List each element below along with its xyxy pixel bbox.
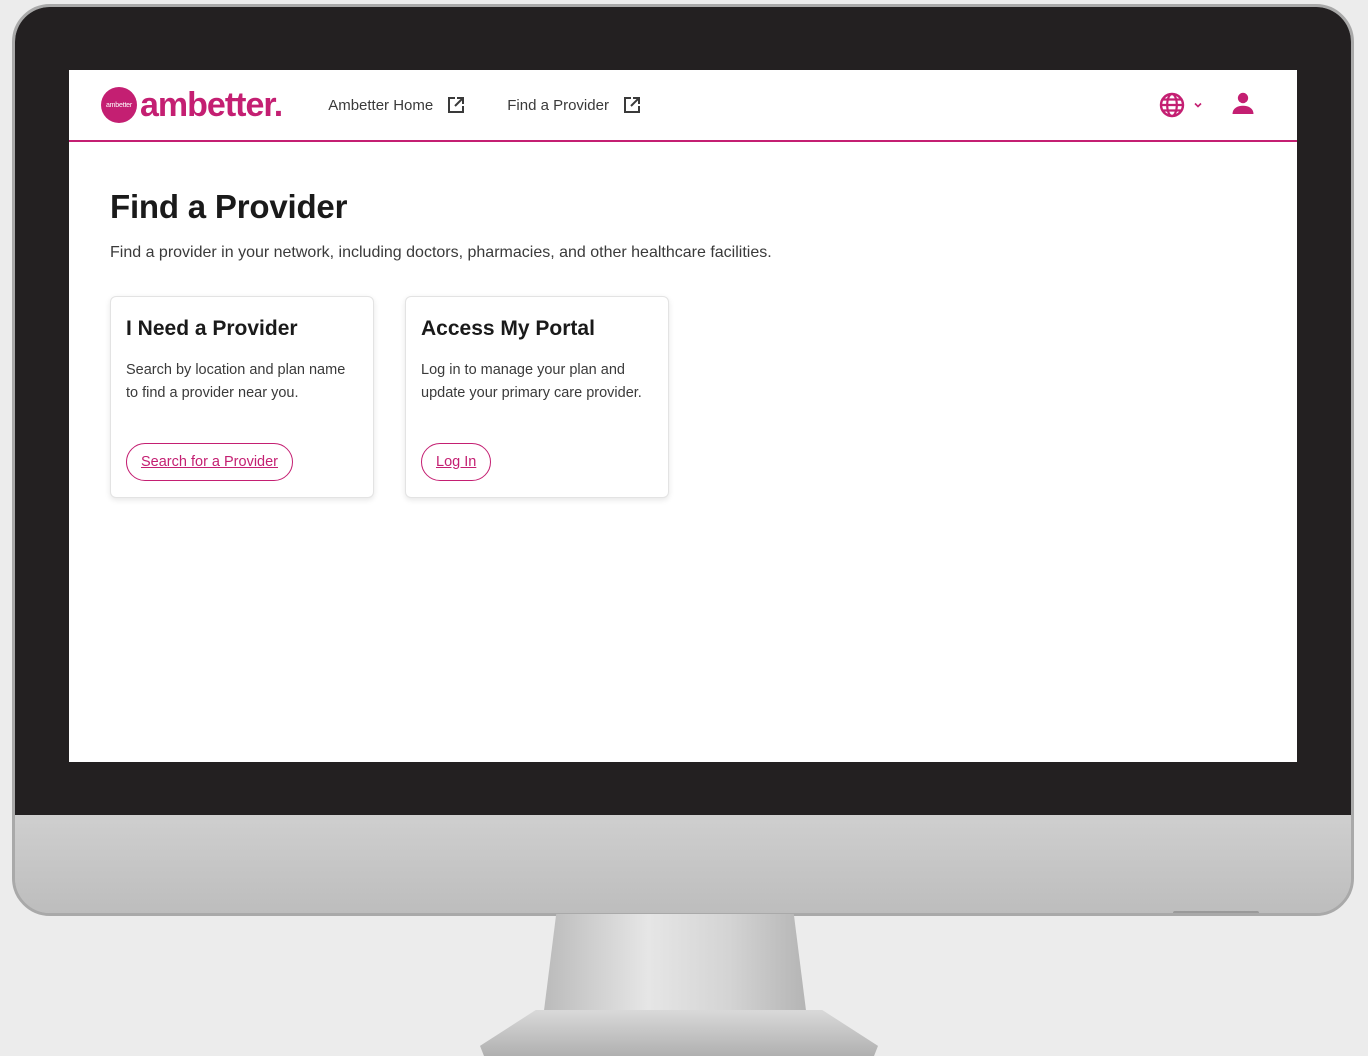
card-need-provider: I Need a Provider Search by location and…: [110, 296, 374, 498]
nav-link-label: Ambetter Home: [328, 96, 434, 114]
nav-link-label: Find a Provider: [507, 96, 609, 114]
language-selector[interactable]: [1159, 92, 1203, 118]
nav-link-find-a-provider[interactable]: Find a Provider: [507, 96, 641, 114]
external-link-icon: [623, 97, 640, 113]
card-list: I Need a Provider Search by location and…: [110, 296, 1297, 498]
card-title: I Need a Provider: [126, 317, 298, 340]
log-in-button[interactable]: Log In: [421, 443, 492, 481]
card-text: Log in to manage your plan and update yo…: [421, 362, 642, 401]
logo-wordmark: ambetter.: [140, 86, 283, 124]
nav-right: [1159, 70, 1255, 140]
main-content: Find a Provider Find a provider in your …: [69, 142, 1297, 498]
top-nav: ambetter ambetter. Ambetter Home Find a …: [69, 70, 1297, 142]
user-icon: [1232, 92, 1254, 114]
monitor-chin: [15, 815, 1351, 913]
logo-mark: ambetter: [101, 87, 137, 123]
page-title: Find a Provider: [110, 188, 348, 225]
screen: ambetter ambetter. Ambetter Home Find a …: [69, 70, 1297, 762]
card-title: Access My Portal: [421, 317, 595, 340]
globe-icon: [1159, 92, 1185, 118]
chevron-down-icon: [1194, 102, 1202, 108]
account-button[interactable]: [1231, 91, 1255, 120]
external-link-icon: [448, 97, 465, 113]
card-access-portal: Access My Portal Log in to manage your p…: [405, 296, 669, 498]
page-description: Find a provider in your network, includi…: [110, 244, 772, 261]
search-for-provider-button[interactable]: Search for a Provider: [126, 443, 294, 481]
nav-link-ambetter-home[interactable]: Ambetter Home: [328, 96, 465, 114]
monitor-stand-base: [480, 1010, 878, 1056]
card-text: Search by location and plan name to find…: [126, 362, 346, 401]
monitor-chin-mark: [1173, 911, 1259, 913]
ambetter-logo[interactable]: ambetter ambetter.: [101, 86, 283, 124]
